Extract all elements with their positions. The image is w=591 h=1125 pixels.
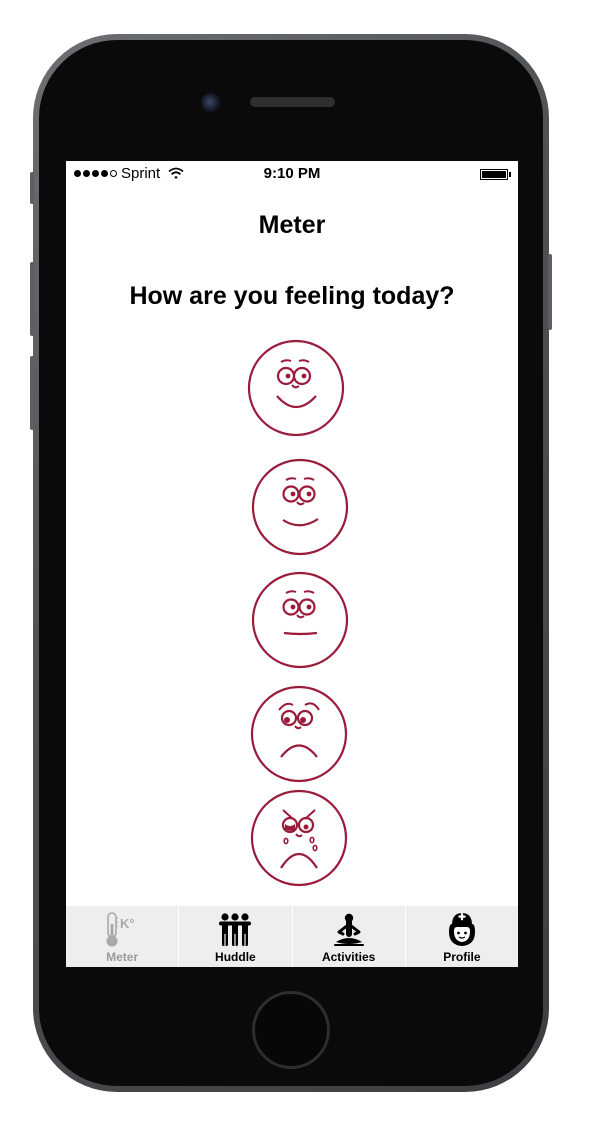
tab-meter[interactable]: K° Meter (66, 906, 178, 967)
happy-face-icon[interactable] (250, 457, 350, 557)
status-time: 9:10 PM (263, 165, 321, 182)
battery-icon (480, 169, 508, 180)
volume-down-button (30, 356, 34, 430)
tab-activities[interactable]: Activities (291, 906, 405, 967)
battery-tip (509, 172, 511, 177)
tab-activities-label: Activities (321, 950, 376, 964)
tab-profile[interactable]: Profile (404, 906, 518, 967)
earpiece-speaker (250, 97, 335, 107)
mood-question: How are you feeling today? (129, 282, 455, 310)
page-title: Meter (258, 211, 326, 239)
tab-profile-label: Profile (443, 950, 481, 964)
sad-face-icon[interactable] (249, 684, 349, 784)
home-button[interactable] (252, 991, 330, 1069)
thermometer-icon: K° (103, 912, 141, 948)
status-bar: Sprint 9:10 PM (66, 161, 518, 187)
meditation-icon (330, 912, 368, 948)
tab-bar: K° Meter Huddle Activities Profile (66, 906, 518, 967)
svg-text:K°: K° (120, 916, 135, 931)
very-happy-face-icon[interactable] (246, 338, 346, 438)
mute-switch (30, 172, 34, 204)
crying-face-icon[interactable] (249, 788, 349, 888)
tab-meter-label: Meter (106, 950, 139, 964)
group-people-icon (216, 912, 254, 948)
nurse-icon (443, 912, 481, 948)
tab-huddle-label: Huddle (215, 950, 256, 964)
power-button (548, 254, 552, 330)
tab-huddle[interactable]: Huddle (178, 906, 291, 967)
front-camera (201, 93, 221, 113)
app-screen: Sprint 9:10 PM Meter How are you feeling… (66, 161, 518, 967)
volume-up-button (30, 262, 34, 336)
neutral-face-icon[interactable] (250, 570, 350, 670)
